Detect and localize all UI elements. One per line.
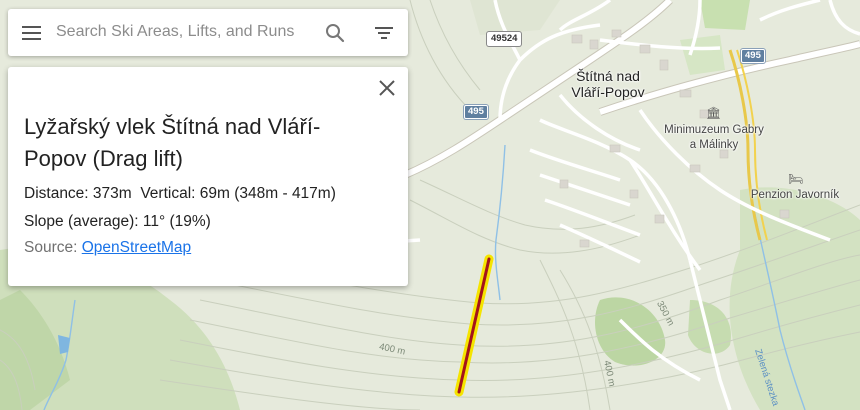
source-label: Source: [24,239,78,256]
road-shield-495: 495 [464,105,488,119]
search-input[interactable] [56,17,316,47]
lift-info-card: Lyžařský vlek Štítná nad Vláří-Popov (Dr… [8,67,408,286]
openstreetmap-link[interactable]: OpenStreetMap [82,239,191,256]
museum-icon[interactable]: 🏛 [706,106,721,120]
vertical-value: Vertical: 69m (348m - 417m) [140,185,336,202]
town-label: Štítná nad Vláří-Popov [571,68,645,100]
search-icon[interactable] [323,21,347,45]
museum-label[interactable]: Minimuzeum Gabry a Málinky [660,123,768,153]
filter-icon[interactable] [372,21,396,45]
close-icon[interactable] [376,77,398,99]
slope-value: Slope (average): 11° (19%) [24,213,211,230]
bed-icon[interactable]: 🛏 [788,172,803,186]
park-area [700,0,750,30]
road-shield-49524: 49524 [487,32,522,46]
penzion-label[interactable]: Penzion Javorník [745,188,845,203]
source-line: Source: OpenStreetMap [24,238,191,258]
distance-value: Distance: 373m [24,185,132,202]
search-bar [8,9,408,56]
road-shield-495: 495 [741,49,765,63]
lift-title: Lyžařský vlek Štítná nad Vláří-Popov (Dr… [24,114,321,171]
lift-stats: Distance: 373m Vertical: 69m (348m - 417… [24,184,336,204]
hamburger-menu-icon[interactable] [22,23,42,41]
